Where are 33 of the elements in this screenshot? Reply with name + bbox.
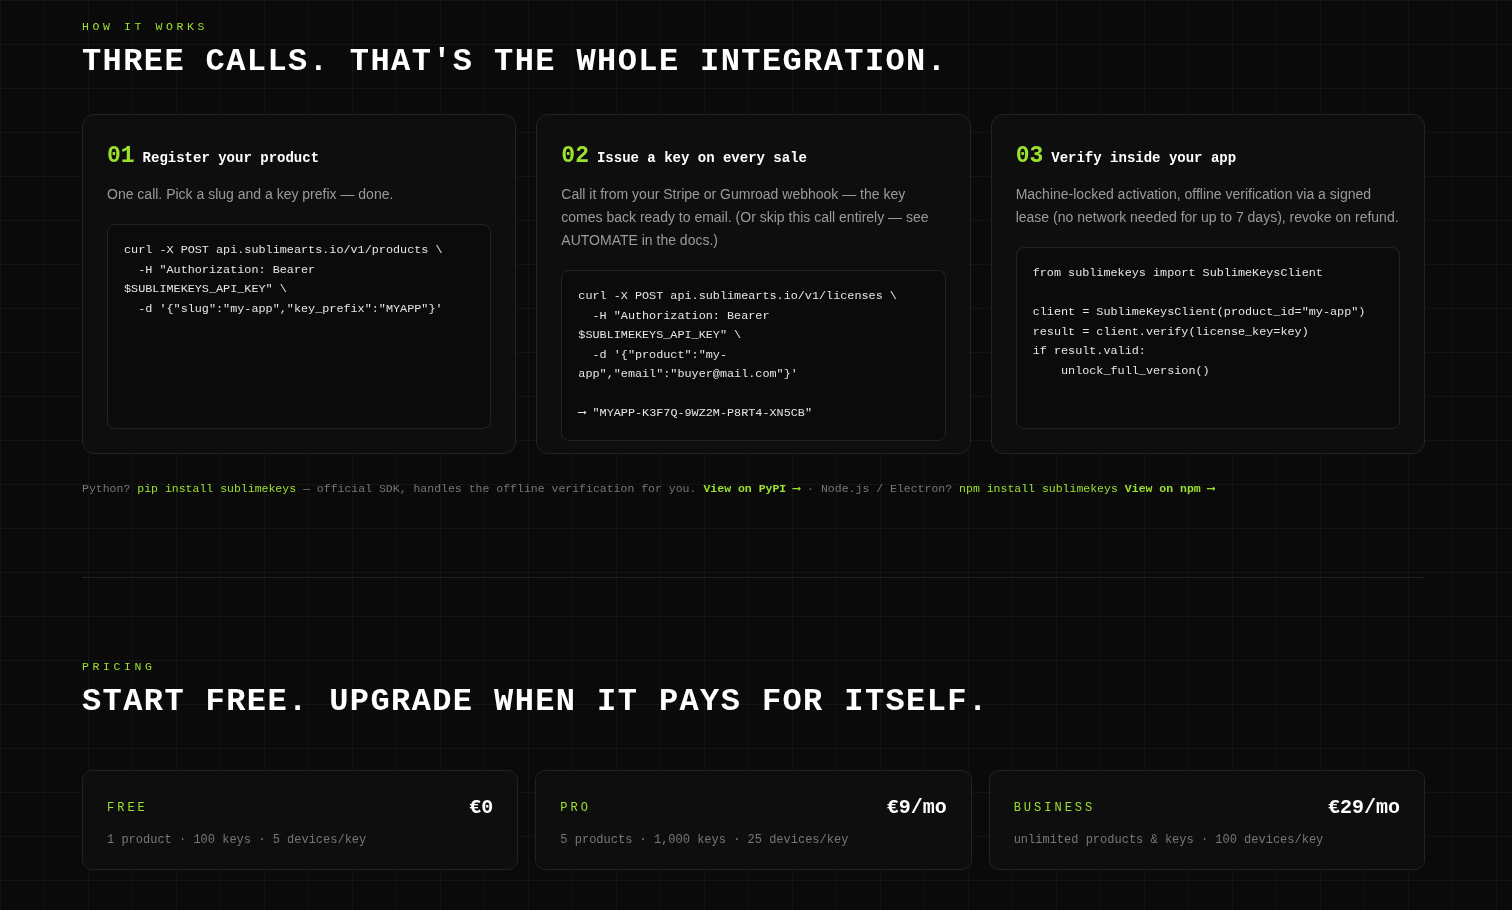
plan-price: €9/mo [886,794,947,821]
step-description: Machine-locked activation, offline verification via a signed lease (no network needed for up to 7 days), revoke on refund. [1015,185,1400,228]
plan-price: €29/mo [1327,794,1400,821]
note-text: Node.js / Electron? [820,480,953,497]
section-heading: THREE CALLS. THAT'S THE WHOLE INTEGRATION. [82,43,949,82]
step-number: 03 [1015,141,1044,171]
code-block: from sublimekeys import SublimeKeysClient client = SublimeKeysClient(product_id="my-app") result = client.verify(license_key=key) if result.valid: unlock_full_version() [1015,247,1400,429]
step-description: One call. Pick a slug and a key prefix — done. [107,185,395,205]
docs-link[interactable]: View on npm ⟶ [1124,479,1215,497]
section-heading: START FREE. UPGRADE WHEN IT PAYS FOR ITSELF. [82,683,990,722]
step-title: Register your product [142,148,320,168]
plan-name: BUSINESS [1013,799,1096,817]
install-command: npm install sublimekeys [959,480,1118,497]
docs-link[interactable]: View on PyPI ⟶ [703,479,801,497]
section-eyebrow: PRICING [82,658,157,675]
plan-features: 1 product · 100 keys · 5 devices/key [107,831,368,849]
plan-price: €0 [469,794,494,821]
step-description: Call it from your Stripe or Gumroad webhook — the key comes back ready to email. (Or skip this call entirely — see AUTOMATE in the docs.) [561,185,930,251]
note-text: — official SDK, handles the offline verification for you. [303,480,697,497]
code-block: curl -X POST api.sublimearts.io/v1/products \ -H "Authorization: Bearer $SUBLIMEKEYS_API_KEY" \ -d '{"slug":"my-app","key_prefix":"MYAPP"}' [107,224,492,429]
step-number: 02 [561,141,589,171]
plan-features: 5 products · 1,000 keys · 25 devices/key [560,831,850,849]
plan-features: unlimited products & keys · 100 devices/key [1013,831,1325,849]
plan-name: PRO [560,799,591,817]
step-title: Issue a key on every sale [596,148,807,168]
code-block: curl -X POST api.sublimearts.io/v1/licenses \ -H "Authorization: Bearer $SUBLIMEKEYS_API_KEY" \ -d '{"product":"my- app","email":"buyer@mail.com"}' ⟶ "MYAPP-K3F7Q-9WZ2M-P8RT4-XN5CB" [561,270,946,441]
section-eyebrow: HOW IT WORKS [82,19,209,35]
plan-name: FREE [107,799,148,817]
install-command: pip install sublimekeys [137,480,297,497]
step-number: 01 [107,141,135,171]
step-title: Verify inside your app [1051,148,1237,168]
note-text: Python? [82,480,131,497]
note-text: · [807,480,814,497]
